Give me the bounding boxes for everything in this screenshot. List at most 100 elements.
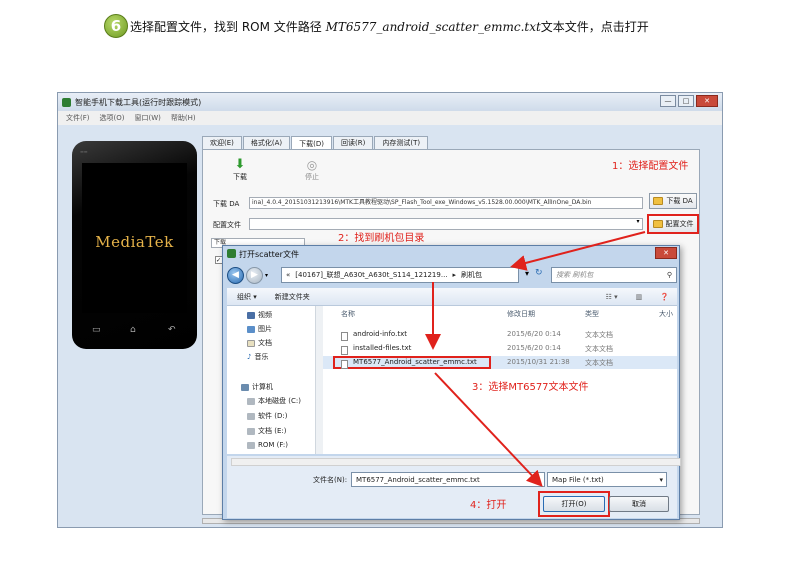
annotation-step3: 3：选择MT6577文本文件 [472,382,589,393]
history-dropdown-icon[interactable]: ▾ [265,272,268,279]
text-file-icon [341,332,348,341]
stop-button[interactable]: ◎ 停止 [297,158,327,182]
file-date: 2015/6/20 0:14 [507,330,561,338]
file-date: 2015/10/31 21:38 [507,358,570,366]
open-button[interactable]: 打开(O) [543,496,605,512]
nav-videos[interactable]: 视频 [247,310,272,320]
filename-input[interactable]: MT6577_Android_scatter_emmc.txt [351,472,545,487]
address-overflow[interactable]: « [286,271,290,279]
address-separator: ▸ [452,271,457,279]
tab-welcome[interactable]: 欢迎(E) [202,136,242,149]
back-arrow-icon[interactable]: ◀ [227,266,244,284]
text-file-icon [341,346,348,355]
tab-memory-test[interactable]: 内存测试(T) [374,136,429,149]
scatter-browse-button[interactable]: 配置文件 [647,214,699,234]
organize-menu[interactable]: 组织 ▾ [237,292,257,302]
step-instruction: 选择配置文件，找到 ROM 文件路径 MT6577_android_scatte… [130,18,649,35]
scatter-path-field[interactable] [249,218,643,230]
phone-speaker-label: ▬▬ [80,149,88,154]
address-dropdown-icon[interactable]: ▾ [525,269,529,278]
dialog-toolbar: 组织 ▾ 新建文件夹 ☷ ▾ ▥ ❓ [227,288,677,306]
address-current-folder[interactable]: 刷机包 [461,270,482,280]
preview-pane-icon[interactable]: ▥ [636,293,643,301]
nav-drive-d[interactable]: 软件 (D:) [247,411,287,421]
phone-brand-logo: MediaTek [95,233,174,251]
navigation-pane: 视频 图片 文档 ♪ 音乐 计算机 本地磁盘 (C:) 软件 (D:) 文档 (E… [227,306,323,454]
column-type[interactable]: 类型 [585,309,599,319]
menu-bar: 文件(F) 选项(O) 窗口(W) 帮助(H) [58,111,722,125]
new-folder-button[interactable]: 新建文件夹 [275,292,310,302]
help-icon[interactable]: ❓ [660,293,669,301]
download-button[interactable]: ⬇ 下载 [225,158,255,182]
nav-drive-c[interactable]: 本地磁盘 (C:) [247,396,301,406]
file-name: android-info.txt [353,330,407,338]
file-row-selected[interactable]: MT6577_Android_scatter_emmc.txt 2015/10/… [323,356,677,369]
column-date[interactable]: 修改日期 [507,309,535,319]
filename-label: 文件名(N): [313,476,348,484]
scatter-label: 配置文件 [213,221,241,229]
pictures-icon [247,325,255,333]
menu-file[interactable]: 文件(F) [66,113,90,123]
documents-icon [247,339,255,347]
file-type: 文本文档 [585,359,613,367]
step-text-prefix: 选择配置文件，找到 ROM 文件路径 [130,19,326,34]
file-type-select[interactable]: Map File (*.txt) ▾ [547,472,667,487]
dialog-close-button[interactable]: ✕ [655,247,677,259]
scatter-dropdown-icon[interactable]: ▾ [633,218,643,230]
nav-documents[interactable]: 文档 [247,338,272,348]
tab-bar: 欢迎(E) 格式化(A) 下载(D) 回读(R) 内存测试(T) [202,136,429,150]
download-button-label: 下载 [233,173,247,181]
address-parent-folder[interactable]: [40167]_联想_A630t_A630t_S114_121219... [295,270,447,280]
column-name[interactable]: 名称 [341,309,355,319]
menu-options[interactable]: 选项(O) [100,113,125,123]
step-number-badge: 6 [104,14,128,38]
file-type-value: Map File (*.txt) [552,475,604,484]
file-row[interactable]: installed-files.txt 2015/6/20 0:14 文本文档 [323,342,677,355]
tab-format[interactable]: 格式化(A) [242,136,291,149]
open-scatter-dialog: 打开scatter文件 ✕ ◀ ▶ ▾ « [40167]_联想_A630t_A… [222,245,681,520]
nav-computer[interactable]: 计算机 [241,382,273,392]
address-bar[interactable]: « [40167]_联想_A630t_A630t_S114_121219... … [281,267,519,283]
drive-icon [247,412,255,420]
horizontal-scrollbar[interactable] [231,458,681,466]
refresh-icon[interactable]: ↻ [535,268,543,278]
drive-icon [247,397,255,405]
nav-pictures[interactable]: 图片 [247,324,272,334]
search-placeholder: 搜索 刷机包 [556,271,594,279]
file-type: 文本文档 [585,331,613,339]
app-icon [62,97,71,107]
file-name: MT6577_Android_scatter_emmc.txt [353,358,477,366]
view-options-icon[interactable]: ☷ ▾ [606,293,618,301]
scatter-browse-label: 配置文件 [665,220,694,228]
file-row[interactable]: android-info.txt 2015/6/20 0:14 文本文档 [323,328,677,341]
stop-icon: ◎ [306,158,318,172]
nav-scrollbar[interactable] [315,306,323,454]
tab-download[interactable]: 下载(D) [291,136,333,150]
nav-music[interactable]: ♪ 音乐 [247,352,268,362]
search-input[interactable]: 搜索 刷机包 ⚲ [551,267,677,283]
filename-value: MT6577_Android_scatter_emmc.txt [356,475,480,484]
annotation-step4: 4：打开 [470,500,507,511]
music-icon: ♪ [247,353,252,361]
da-path-field[interactable]: ina)_4.0.4_20151031213916\MTK工具教程驱动\SP_F… [249,197,643,209]
nav-drive-e[interactable]: 文档 (E:) [247,426,286,436]
tab-readback[interactable]: 回读(R) [333,136,374,149]
cancel-button[interactable]: 取消 [609,496,669,512]
nav-drive-f[interactable]: ROM (F:) [247,441,288,449]
menu-help[interactable]: 帮助(H) [171,113,196,123]
maximize-button[interactable]: □ [678,95,694,107]
window-title: 智能手机下载工具(运行时跟踪模式) [75,97,202,107]
phone-home-key-icon: ⌂ [130,325,136,335]
menu-window[interactable]: 窗口(W) [134,113,160,123]
minimize-button[interactable]: — [660,95,676,107]
dialog-title: 打开scatter文件 [239,249,299,259]
file-date: 2015/6/20 0:14 [507,344,561,352]
forward-arrow-icon[interactable]: ▶ [246,266,263,284]
column-size[interactable]: 大小 [659,309,673,319]
file-type: 文本文档 [585,345,613,353]
annotation-step1: 1：选择配置文件 [612,161,689,172]
close-button[interactable]: ✕ [696,95,718,107]
da-browse-button[interactable]: 下载 DA [649,193,697,209]
video-icon [247,311,255,319]
stop-button-label: 停止 [305,173,319,181]
